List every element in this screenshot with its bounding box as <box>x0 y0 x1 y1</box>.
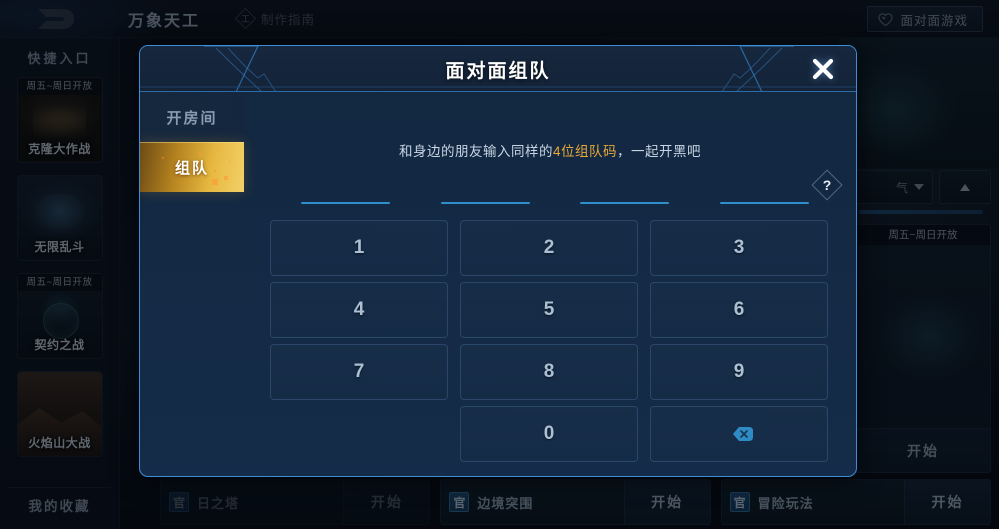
particle-decoration <box>224 176 228 180</box>
key-5[interactable]: 5 <box>460 282 638 338</box>
numeric-keypad: 1 2 3 4 5 6 7 8 9 0 <box>270 220 828 462</box>
tab-label: 组队 <box>174 159 209 177</box>
key-backspace[interactable] <box>650 406 828 462</box>
key-2[interactable]: 2 <box>460 220 638 276</box>
close-icon[interactable] <box>808 54 838 84</box>
modal-content-pane: 和身边的朋友输入同样的4位组队码，一起开黑吧 ? 1 2 3 4 5 6 7 8… <box>244 92 856 476</box>
modal-header: 面对面组队 <box>140 46 856 92</box>
key-0[interactable]: 0 <box>460 406 638 462</box>
modal-title: 面对面组队 <box>445 61 551 82</box>
modal-tab-list: 开房间 组队 <box>140 92 244 476</box>
face-to-face-team-modal: 面对面组队 开房间 组队 和身边的朋友输入同样的4位组队码，一起开黑吧 ? 1 … <box>139 45 857 477</box>
code-input-3[interactable] <box>555 178 695 208</box>
team-code-input-group <box>276 178 834 208</box>
help-glyph: ? <box>822 177 832 193</box>
key-blank <box>270 406 448 462</box>
key-7[interactable]: 7 <box>270 344 448 400</box>
key-4[interactable]: 4 <box>270 282 448 338</box>
backspace-icon <box>724 423 754 445</box>
help-diamond-icon[interactable]: ? <box>810 168 844 202</box>
modal-hint-text: 和身边的朋友输入同样的4位组队码，一起开黑吧 <box>244 140 856 160</box>
key-6[interactable]: 6 <box>650 282 828 338</box>
key-3[interactable]: 3 <box>650 220 828 276</box>
code-underline <box>719 202 809 204</box>
key-9[interactable]: 9 <box>650 344 828 400</box>
hint-highlight: 4位组队码 <box>552 144 617 159</box>
code-underline <box>301 202 391 204</box>
hint-prefix: 和身边的朋友输入同样的 <box>398 144 553 159</box>
tab-team-up[interactable]: 组队 <box>140 142 244 192</box>
modal-body: 开房间 组队 和身边的朋友输入同样的4位组队码，一起开黑吧 ? 1 2 3 4 … <box>140 92 856 476</box>
tab-label: 开房间 <box>166 109 218 127</box>
code-underline <box>580 202 670 204</box>
hint-suffix: ，一起开黑吧 <box>617 144 701 159</box>
key-8[interactable]: 8 <box>460 344 638 400</box>
code-underline <box>440 202 530 204</box>
key-1[interactable]: 1 <box>270 220 448 276</box>
code-input-1[interactable] <box>276 178 416 208</box>
code-input-2[interactable] <box>416 178 556 208</box>
tab-open-room[interactable]: 开房间 <box>140 92 244 142</box>
particle-decoration <box>212 179 218 185</box>
